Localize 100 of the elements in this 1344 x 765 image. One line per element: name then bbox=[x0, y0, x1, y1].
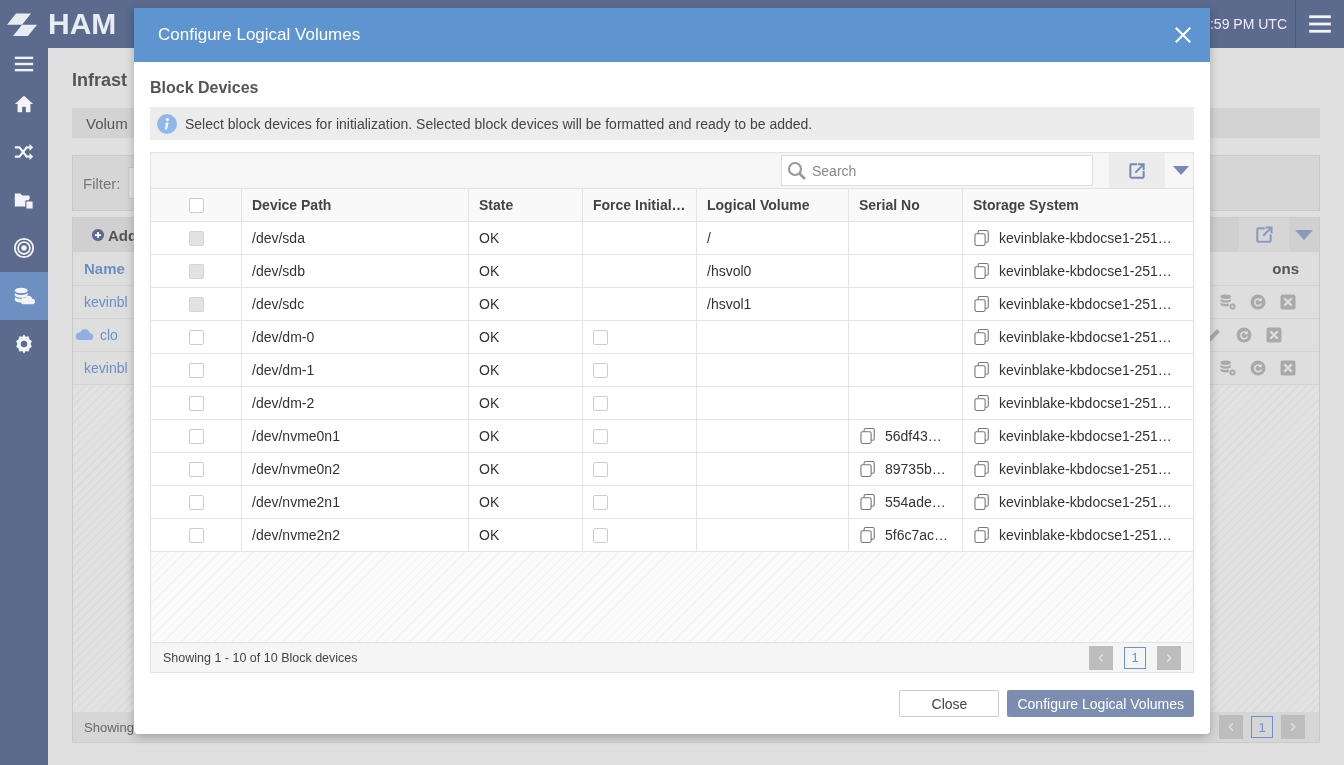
search-field[interactable]: Search bbox=[781, 155, 1093, 186]
checkbox[interactable] bbox=[593, 428, 608, 444]
refresh-icon[interactable] bbox=[1249, 293, 1267, 311]
column-header: Name bbox=[83, 260, 125, 277]
copy-icon[interactable] bbox=[859, 427, 877, 445]
copy-icon[interactable] bbox=[973, 229, 991, 247]
checkbox[interactable] bbox=[593, 329, 608, 345]
checkbox[interactable] bbox=[593, 527, 608, 543]
table-cell: kevinblake-kbdocse1-251… bbox=[999, 527, 1172, 543]
refresh-icon[interactable] bbox=[1235, 326, 1253, 344]
sidebar-item[interactable] bbox=[0, 272, 48, 320]
table-cell: OK bbox=[469, 222, 583, 254]
filter-label: Filter: bbox=[83, 174, 121, 192]
column-header: Logical Volume bbox=[697, 189, 849, 221]
checkbox[interactable] bbox=[593, 494, 608, 510]
table-cell: / bbox=[697, 222, 849, 254]
table-cell: OK bbox=[469, 354, 583, 386]
caret-icon[interactable] bbox=[1173, 166, 1189, 175]
export-icon bbox=[1127, 160, 1147, 181]
target-icon bbox=[13, 237, 35, 259]
column-header: Device Path bbox=[242, 189, 469, 221]
delete-icon[interactable] bbox=[1279, 293, 1297, 311]
copy-icon[interactable] bbox=[973, 295, 991, 313]
table-cell: OK bbox=[469, 519, 583, 551]
table-cell: /dev/nvme0n2 bbox=[242, 453, 469, 485]
database-gear-icon[interactable] bbox=[1219, 293, 1237, 311]
copy-icon[interactable] bbox=[973, 493, 991, 511]
copy-icon[interactable] bbox=[973, 262, 991, 280]
table-cell: kevinblake-kbdocse1-251… bbox=[999, 296, 1172, 312]
section-title: Block Devices bbox=[150, 79, 260, 98]
close-button[interactable] bbox=[1174, 26, 1192, 44]
checkbox[interactable] bbox=[188, 362, 204, 378]
delete-icon[interactable] bbox=[1265, 326, 1283, 344]
table-cell: kevinblake-kbdocse1-251… bbox=[999, 263, 1172, 279]
previous-page-button[interactable] bbox=[1089, 645, 1113, 670]
table-cell: kevinblake-kbdocse1-251… bbox=[999, 461, 1172, 477]
checkbox[interactable] bbox=[593, 461, 608, 477]
export-button[interactable] bbox=[1109, 153, 1165, 188]
checkbox[interactable] bbox=[188, 395, 204, 411]
column-header: Storage System bbox=[972, 196, 1080, 215]
checkbox[interactable] bbox=[188, 428, 204, 444]
database-gear-icon[interactable] bbox=[1219, 359, 1237, 377]
configure-button[interactable]: Configure Logical Volumes bbox=[1007, 690, 1194, 717]
checkbox[interactable] bbox=[593, 395, 608, 411]
logo-text: HAM bbox=[48, 7, 117, 41]
copy-icon[interactable] bbox=[973, 526, 991, 544]
checkbox[interactable] bbox=[188, 461, 204, 477]
next-page-button[interactable] bbox=[1281, 715, 1305, 739]
copy-icon[interactable] bbox=[973, 361, 991, 379]
page-button[interactable]: 1 bbox=[1251, 716, 1273, 738]
next-page-button[interactable] bbox=[1157, 645, 1181, 670]
plus-icon bbox=[91, 228, 105, 242]
checkbox[interactable] bbox=[188, 527, 204, 543]
table-cell: OK bbox=[469, 453, 583, 485]
checkbox[interactable] bbox=[188, 494, 204, 510]
column-header: ons bbox=[1272, 260, 1300, 277]
table-cell: /dev/dm-2 bbox=[242, 387, 469, 419]
table-cell: 89735b… bbox=[885, 461, 946, 477]
name-link[interactable]: clo bbox=[100, 327, 118, 343]
page-title: Infrast bbox=[72, 70, 127, 92]
table-cell: OK bbox=[469, 255, 583, 287]
copy-icon[interactable] bbox=[973, 460, 991, 478]
table-cell: /dev/dm-1 bbox=[242, 354, 469, 386]
page-button[interactable]: 1 bbox=[1124, 646, 1146, 669]
home-icon bbox=[13, 93, 35, 115]
copy-icon[interactable] bbox=[973, 427, 991, 445]
table-cell: /dev/sdc bbox=[242, 288, 469, 320]
checkbox[interactable] bbox=[188, 197, 204, 213]
footer-text: Showing 1 - 10 of 10 Block devices bbox=[163, 650, 358, 665]
info-text: Select block devices for initialization. Selected block devices will be formatted and ready to be added. bbox=[185, 115, 813, 132]
table-cell: 5f6c7ac… bbox=[885, 527, 949, 543]
copy-icon[interactable] bbox=[859, 460, 877, 478]
tab[interactable]: Volum bbox=[86, 114, 128, 132]
close-button[interactable]: Close bbox=[899, 690, 1000, 717]
export-button[interactable] bbox=[1239, 218, 1289, 252]
copy-icon[interactable] bbox=[859, 526, 877, 544]
checkbox[interactable] bbox=[188, 329, 204, 345]
table-cell: kevinblake-kbdocse1-251… bbox=[999, 329, 1172, 345]
table-cell: OK bbox=[469, 486, 583, 518]
database-cloud-icon bbox=[13, 285, 35, 307]
checkbox[interactable] bbox=[593, 362, 608, 378]
caret-icon[interactable] bbox=[1295, 230, 1313, 240]
delete-icon[interactable] bbox=[1279, 359, 1297, 377]
table-cell: /hsvol0 bbox=[697, 255, 849, 287]
search-icon bbox=[787, 161, 807, 181]
table-cell: kevinblake-kbdocse1-251… bbox=[999, 494, 1172, 510]
refresh-icon[interactable] bbox=[1249, 359, 1267, 377]
column-header: Force Initial… bbox=[583, 189, 697, 221]
table-cell: /dev/dm-0 bbox=[242, 321, 469, 353]
table-cell: kevinblake-kbdocse1-251… bbox=[999, 230, 1172, 246]
name-link[interactable]: kevinbl bbox=[73, 294, 128, 310]
copy-icon[interactable] bbox=[973, 394, 991, 412]
name-link[interactable]: kevinbl bbox=[73, 360, 128, 376]
info-icon bbox=[157, 113, 177, 134]
copy-icon[interactable] bbox=[973, 328, 991, 346]
copy-icon[interactable] bbox=[859, 493, 877, 511]
export-icon bbox=[1254, 225, 1274, 245]
close-icon bbox=[1174, 26, 1192, 44]
table-cell: /dev/sdb bbox=[242, 255, 469, 287]
previous-page-button[interactable] bbox=[1219, 715, 1243, 739]
